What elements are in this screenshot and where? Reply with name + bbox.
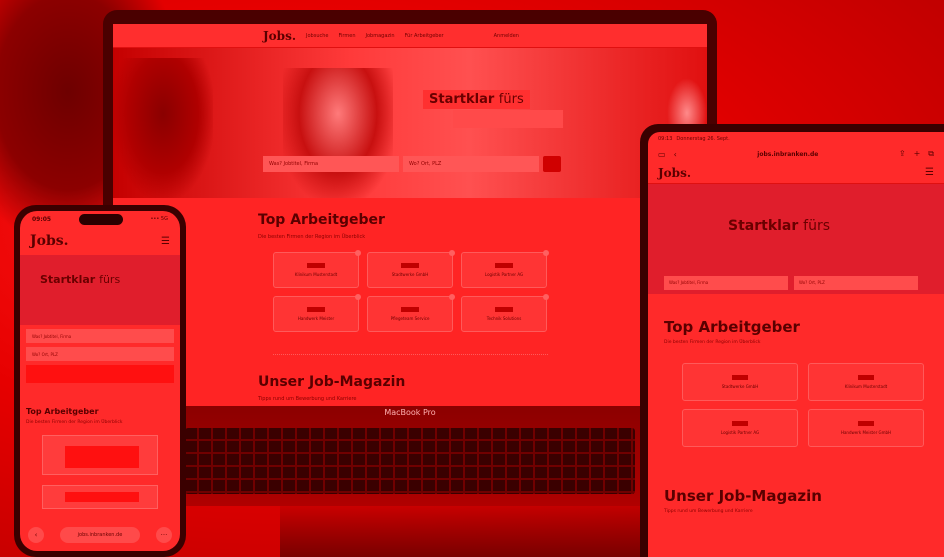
hamburger-menu-icon[interactable]: ☰ — [925, 167, 934, 178]
employer-logo — [307, 307, 325, 312]
status-time: 09:05 — [32, 215, 52, 223]
tablet-site-header: Jobs. ☰ — [648, 162, 944, 184]
employer-card[interactable]: Handwerk Meister — [273, 294, 361, 332]
signal-icon: ••• 5G — [150, 216, 168, 222]
hero-title: Startklar fürs — [728, 218, 831, 234]
main-nav: Jobsuche Firmen Jobmagazin Für Arbeitgeb… — [306, 33, 444, 39]
section-subtitle: Die besten Firmen der Region im Überblic… — [664, 340, 761, 345]
employer-logo — [495, 307, 513, 312]
employer-logo — [858, 375, 874, 380]
tablet-hero: Startklar fürs Was? Jobtitel, Firma Wo? … — [648, 184, 944, 294]
tablet-screen: 09:13 Donnerstag 26. Sept. ▭ ‹ jobs.inbr… — [648, 132, 944, 557]
tab-overview-icon[interactable]: ⧉ — [928, 149, 934, 159]
browser-url-bar: ‹ jobs.inbranken.de ··· — [20, 527, 180, 543]
hero-title: Startklar fürs — [423, 90, 530, 109]
divider — [273, 354, 548, 355]
phone-hero: Startklar fürs — [20, 255, 180, 325]
employer-grid: Stadtwerke GmbH Klinikum Musterstadt Log… — [682, 363, 944, 447]
back-icon[interactable]: ‹ — [28, 527, 44, 543]
laptop-base: MacBook Pro — [90, 406, 730, 506]
employer-logo — [732, 421, 748, 426]
sidebar-icon[interactable]: ▭ — [658, 150, 666, 159]
nav-item-jobmagazin[interactable]: Jobmagazin — [366, 33, 395, 39]
toolbar-left-icons: ▭ ‹ — [658, 150, 677, 159]
employer-card[interactable]: Technik Solutions — [461, 294, 549, 332]
hamburger-menu-icon[interactable]: ☰ — [161, 236, 170, 247]
hero-banner: Startklar fürs Was? Jobtitel, Firma Wo? … — [113, 48, 707, 198]
laptop-lid: Jobs. Jobsuche Firmen Jobmagazin Für Arb… — [103, 10, 717, 408]
employer-card[interactable] — [42, 435, 158, 475]
hero-person-center — [283, 68, 393, 198]
employer-logo — [401, 307, 419, 312]
laptop-screen: Jobs. Jobsuche Firmen Jobmagazin Für Arb… — [113, 24, 707, 408]
employer-logo — [732, 375, 748, 380]
tablet-status-bar: 09:13 Donnerstag 26. Sept. — [648, 132, 944, 146]
search-button[interactable] — [26, 365, 174, 383]
search-where-input[interactable]: Wo? Ort, PLZ — [26, 347, 174, 361]
add-tab-icon[interactable]: + — [914, 149, 921, 159]
background-shade — [280, 497, 700, 557]
nav-item-firmen[interactable]: Firmen — [339, 33, 356, 39]
laptop-site-header: Jobs. Jobsuche Firmen Jobmagazin Für Arb… — [113, 24, 707, 48]
hero-title: Startklar fürs — [40, 273, 121, 286]
phone-device: 09:05 ••• 5G Jobs. ☰ Startklar fürs Was?… — [14, 205, 186, 557]
employer-card[interactable]: Stadtwerke GmbH — [682, 363, 798, 401]
url-field[interactable]: jobs.inbranken.de — [60, 527, 140, 543]
employer-logo — [307, 263, 325, 268]
section-title-top-arbeitgeber: Top Arbeitgeber — [258, 212, 385, 228]
nav-item-jobsuche[interactable]: Jobsuche — [306, 33, 328, 39]
phone-status-bar: 09:05 ••• 5G — [20, 211, 180, 227]
employer-card[interactable]: Logistik Partner AG — [461, 250, 549, 288]
more-icon[interactable]: ··· — [156, 527, 172, 543]
login-link[interactable]: Anmelden — [494, 33, 519, 39]
section-title-job-magazin: Unser Job-Magazin — [258, 374, 406, 390]
phone-screen: 09:05 ••• 5G Jobs. ☰ Startklar fürs Was?… — [20, 211, 180, 551]
site-logo[interactable]: Jobs. — [263, 29, 296, 43]
search-what-input[interactable]: Was? Jobtitel, Firma — [26, 329, 174, 343]
search-button[interactable] — [543, 156, 561, 172]
phone-site-header: Jobs. ☰ — [20, 227, 180, 255]
section-subtitle: Die besten Firmen der Region im Überblic… — [26, 420, 123, 425]
search-what-input[interactable]: Was? Jobtitel, Firma — [263, 156, 399, 172]
toolbar-right-icons: ⇪ + ⧉ — [899, 149, 934, 159]
section-title-job-magazin: Unser Job-Magazin — [664, 487, 822, 505]
url-field[interactable]: jobs.inbranken.de — [757, 151, 818, 158]
hero-subtitle-bar — [453, 110, 563, 128]
search-where-input[interactable]: Wo? Ort, PLZ — [794, 276, 918, 290]
employer-logo — [495, 263, 513, 268]
employer-card[interactable]: Logistik Partner AG — [682, 409, 798, 447]
search-what-input[interactable]: Was? Jobtitel, Firma — [664, 276, 788, 290]
employer-logo — [858, 421, 874, 426]
hero-person-left — [113, 58, 213, 198]
dynamic-island — [78, 213, 123, 225]
status-time: 09:13 — [658, 136, 673, 142]
tabs-icon[interactable]: ‹ — [674, 150, 677, 159]
search-where-input[interactable]: Wo? Ort, PLZ — [403, 156, 539, 172]
employer-logo — [65, 492, 139, 502]
section-title-top-arbeitgeber: Top Arbeitgeber — [26, 407, 99, 416]
site-logo[interactable]: Jobs. — [658, 166, 691, 180]
laptop-keyboard — [185, 428, 635, 494]
nav-item-arbeitgeber[interactable]: Für Arbeitgeber — [405, 33, 444, 39]
site-logo[interactable]: Jobs. — [30, 233, 69, 249]
employer-card[interactable]: Pflegeteam Service — [367, 294, 455, 332]
section-title-top-arbeitgeber: Top Arbeitgeber — [664, 318, 800, 336]
tablet-device: 09:13 Donnerstag 26. Sept. ▭ ‹ jobs.inbr… — [640, 124, 944, 557]
employer-logo — [65, 446, 139, 468]
section-subtitle: Die besten Firmen der Region im Überblic… — [258, 234, 366, 240]
employer-logo — [401, 263, 419, 268]
employer-grid: Klinikum Musterstadt Stadtwerke GmbH Log… — [273, 250, 549, 332]
laptop-brand-label: MacBook Pro — [384, 408, 436, 417]
employer-card[interactable] — [42, 485, 158, 509]
employer-card[interactable]: Klinikum Musterstadt — [273, 250, 361, 288]
section-subtitle-magazin: Tipps rund um Bewerbung und Karriere — [258, 396, 357, 402]
browser-toolbar: ▭ ‹ jobs.inbranken.de ⇪ + ⧉ — [648, 146, 944, 162]
employer-card[interactable]: Handwerk Meister GmbH — [808, 409, 924, 447]
employer-card[interactable]: Klinikum Musterstadt — [808, 363, 924, 401]
share-icon[interactable]: ⇪ — [899, 149, 906, 159]
status-date: Donnerstag 26. Sept. — [676, 136, 730, 142]
section-subtitle-magazin: Tipps rund um Bewerbung und Karriere — [664, 509, 753, 514]
employer-card[interactable]: Stadtwerke GmbH — [367, 250, 455, 288]
